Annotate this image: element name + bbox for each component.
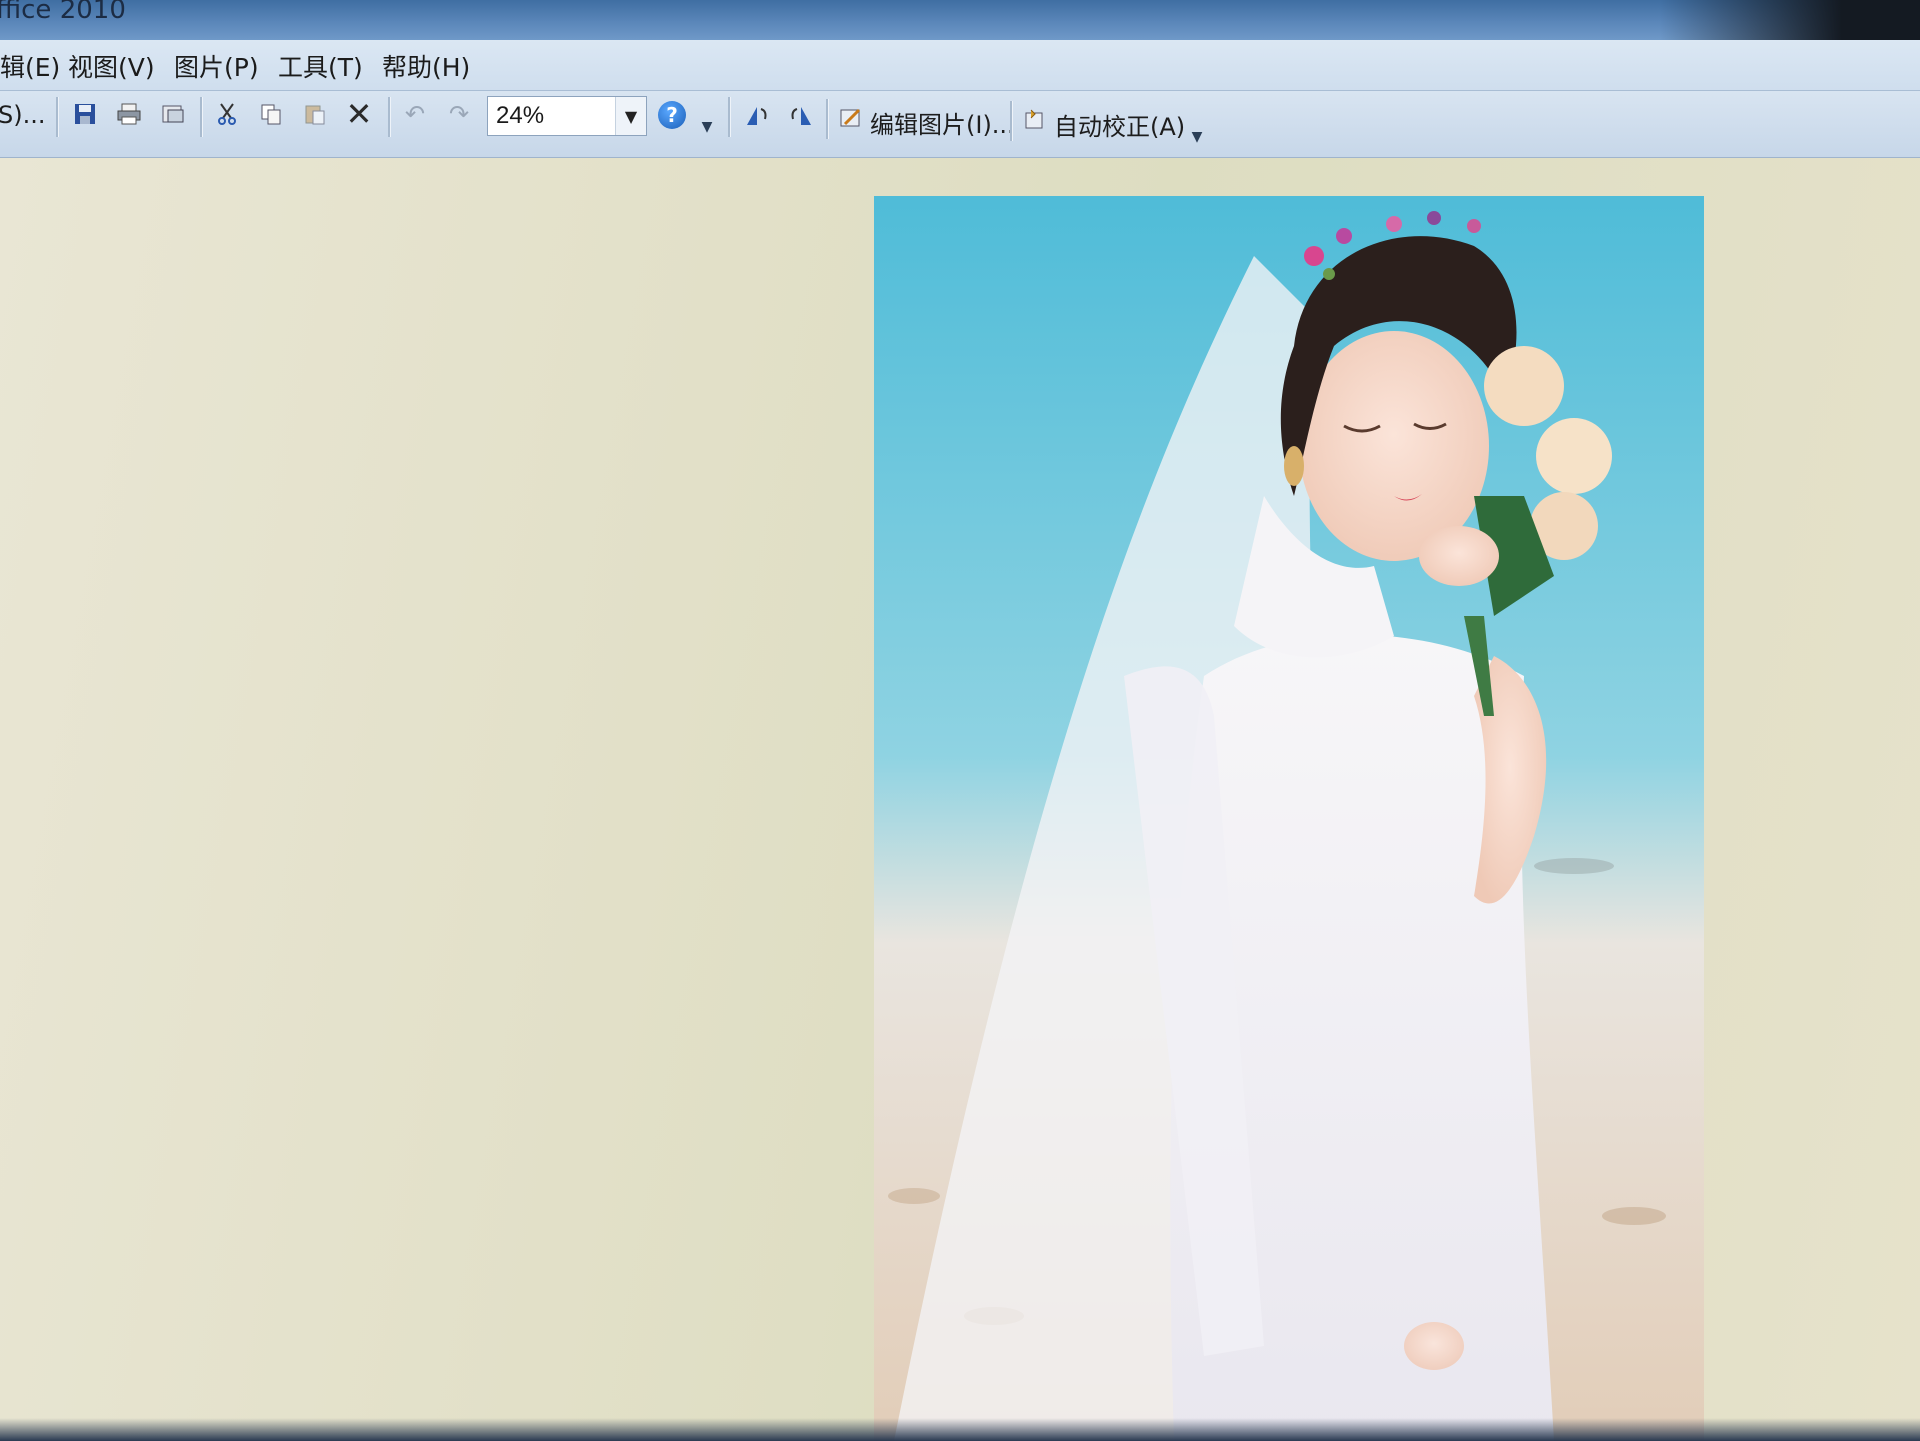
screen: ffice 2010 辑(E) 视图(V) 图片(P) 工具(T) 帮助(H) … (0, 0, 1920, 1441)
paste-icon[interactable] (300, 99, 330, 129)
menu-picture[interactable]: 图片(P) (170, 46, 263, 86)
menu-edit[interactable]: 辑(E) (0, 46, 64, 86)
toolbar: S)... ✕ ↶ ↷ 24% ▼ ? ▼ 编辑图片(I)... 自动校正(A)… (0, 91, 1920, 158)
cut-icon[interactable] (212, 99, 242, 129)
toolbar-separator (200, 97, 203, 137)
auto-correct-button[interactable]: 自动校正(A) (1054, 107, 1185, 142)
edit-picture-icon (836, 103, 866, 133)
menu-help[interactable]: 帮助(H) (378, 46, 474, 86)
email-icon[interactable] (158, 99, 188, 129)
toolbar-separator (728, 97, 731, 137)
copy-icon[interactable] (256, 99, 286, 129)
zoom-value: 24% (496, 102, 545, 129)
screen-bottom-bezel (0, 1418, 1920, 1441)
print-icon[interactable] (114, 99, 144, 129)
help-icon[interactable]: ? (658, 101, 686, 129)
chevron-down-icon[interactable]: ▼ (615, 97, 646, 135)
toolbar-overflow-icon[interactable]: ▼ (698, 113, 716, 135)
save-icon[interactable] (70, 99, 100, 129)
edit-picture-button[interactable]: 编辑图片(I)... (870, 105, 1015, 140)
bride-photo-illustration (874, 196, 1704, 1441)
menu-tools[interactable]: 工具(T) (274, 46, 367, 86)
window-title: ffice 2010 (0, 0, 126, 25)
toolbar-separator (826, 99, 829, 139)
zoom-select[interactable]: 24% ▼ (487, 96, 647, 136)
toolbar-separator (388, 97, 391, 137)
toolbar-separator (1010, 101, 1013, 141)
title-bar: ffice 2010 (0, 0, 1920, 40)
auto-correct-icon (1020, 105, 1050, 135)
rotate-right-icon[interactable] (786, 101, 816, 131)
open-button[interactable]: S)... (0, 101, 45, 129)
screen-edge-shadow (1660, 0, 1920, 40)
toolbar-overflow-icon[interactable]: ▼ (1188, 123, 1206, 145)
undo-icon[interactable]: ↶ (400, 99, 430, 129)
menu-bar: 辑(E) 视图(V) 图片(P) 工具(T) 帮助(H) (0, 40, 1920, 91)
displayed-photo[interactable] (874, 196, 1704, 1441)
delete-icon[interactable]: ✕ (344, 95, 374, 133)
toolbar-separator (56, 97, 59, 137)
rotate-left-icon[interactable] (742, 101, 772, 131)
menu-view[interactable]: 视图(V) (64, 46, 159, 86)
redo-icon[interactable]: ↷ (444, 99, 474, 129)
